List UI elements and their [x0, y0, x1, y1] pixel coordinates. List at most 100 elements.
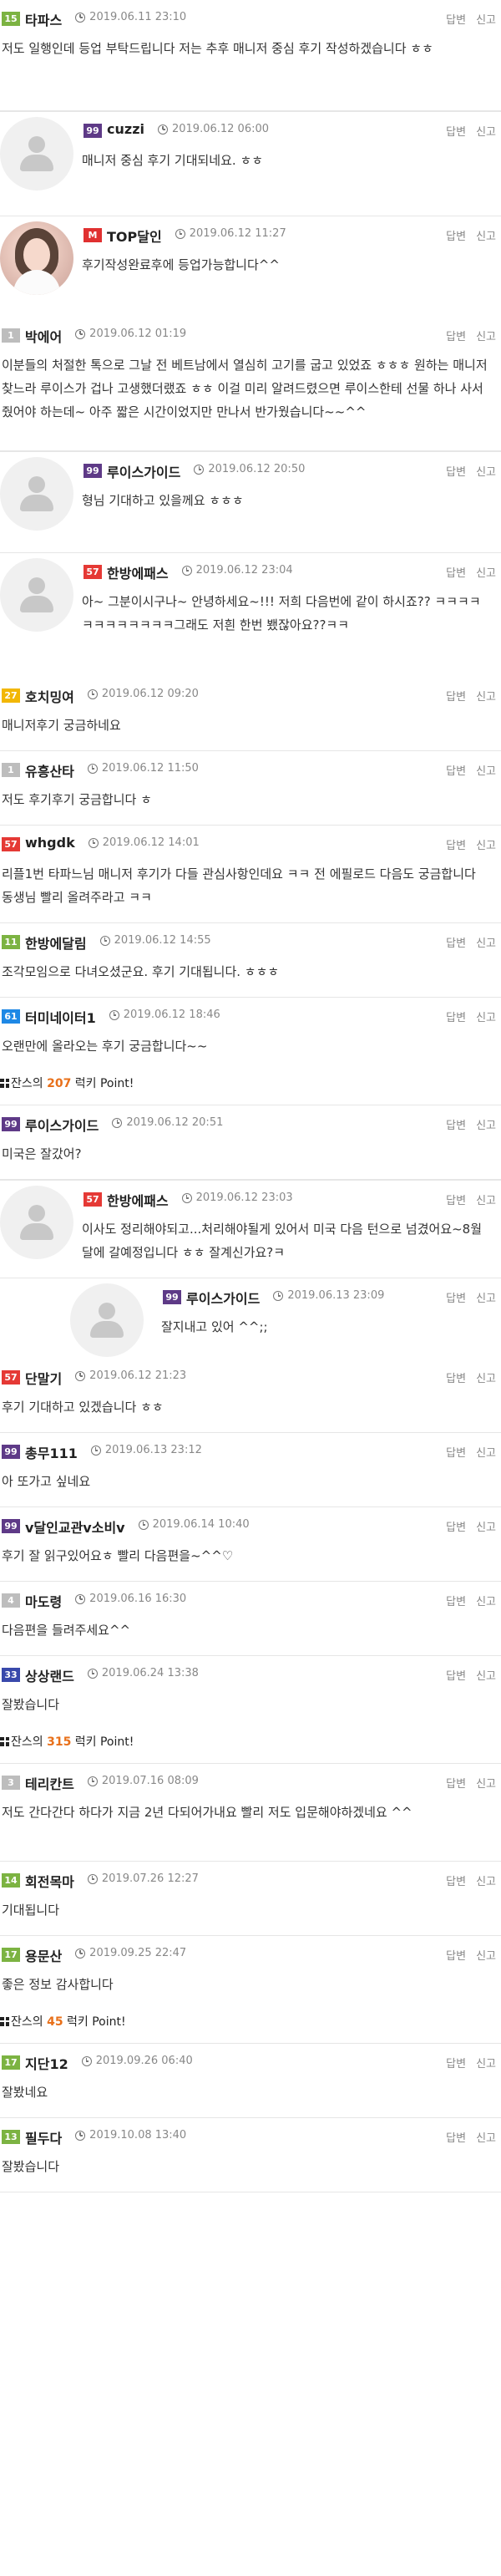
reply-button[interactable]: 답변 — [446, 1120, 466, 1132]
username[interactable]: 상상랜드 — [25, 1665, 74, 1685]
username[interactable]: 박에어 — [25, 326, 62, 346]
report-button[interactable]: 신고 — [476, 765, 496, 778]
report-button[interactable]: 신고 — [476, 126, 496, 139]
username[interactable]: 마도령 — [25, 1591, 62, 1611]
comment-time: 2019.06.13 23:09 — [287, 1289, 385, 1302]
reply-button[interactable]: 답변 — [446, 14, 466, 27]
comment-actions: 답변 신고 — [436, 762, 496, 778]
report-button[interactable]: 신고 — [476, 1778, 496, 1791]
clock-icon — [75, 1594, 86, 1604]
report-button[interactable]: 신고 — [476, 1373, 496, 1385]
report-button[interactable]: 신고 — [476, 231, 496, 243]
reply-button[interactable]: 답변 — [446, 1596, 466, 1608]
comment-time: 2019.06.12 11:50 — [101, 762, 199, 775]
reply-button[interactable]: 답변 — [446, 567, 466, 580]
report-button[interactable]: 신고 — [476, 1195, 496, 1207]
username[interactable]: 타파스 — [25, 9, 62, 29]
username[interactable]: 루이스가이드 — [25, 1115, 99, 1135]
reply-button[interactable]: 답변 — [446, 1012, 466, 1024]
username[interactable]: 필두다 — [25, 2127, 62, 2147]
reply-button[interactable]: 답변 — [446, 126, 466, 139]
comment-time: 2019.06.24 13:38 — [101, 1667, 199, 1679]
report-button[interactable]: 신고 — [476, 1522, 496, 1534]
comment-text: 잘봤습니다 — [2, 1697, 60, 1712]
username[interactable]: 호치밍여 — [25, 686, 74, 706]
username[interactable]: 단말기 — [25, 1368, 62, 1388]
comment-actions: 답변 신고 — [436, 1667, 496, 1683]
report-button[interactable]: 신고 — [476, 331, 496, 343]
report-button[interactable]: 신고 — [476, 937, 496, 950]
report-button[interactable]: 신고 — [476, 1670, 496, 1683]
report-button[interactable]: 신고 — [476, 1012, 496, 1024]
reply-button[interactable]: 답변 — [446, 1670, 466, 1683]
username[interactable]: 총무111 — [25, 1442, 78, 1462]
reply-button[interactable]: 답변 — [446, 1778, 466, 1791]
comment-actions: 답변 신고 — [436, 1009, 496, 1024]
reply-button[interactable]: 답변 — [446, 1447, 466, 1460]
username[interactable]: 한방에달림 — [25, 932, 87, 953]
comment-actions: 답변 신고 — [436, 123, 496, 139]
bonus-points: 315 — [47, 1735, 72, 1749]
username[interactable]: 한방에패스 — [107, 562, 169, 582]
comment-text: 잘봤네요 — [2, 2085, 48, 2100]
username[interactable]: 한방에패스 — [107, 1190, 169, 1210]
reply-button[interactable]: 답변 — [446, 937, 466, 950]
report-button[interactable]: 신고 — [476, 691, 496, 704]
reply-button[interactable]: 답변 — [446, 691, 466, 704]
username[interactable]: 지단12 — [25, 2053, 68, 2073]
comment-actions: 답변 신고 — [436, 1593, 496, 1608]
reply-button[interactable]: 답변 — [446, 1195, 466, 1207]
report-button[interactable]: 신고 — [476, 14, 496, 27]
comment-time: 2019.06.12 14:55 — [114, 934, 211, 947]
comment-item: 61 터미네이터1 2019.06.12 18:46 답변 신고 오랜만에 올라오는 후기… — [0, 998, 501, 1105]
username[interactable]: 터미네이터1 — [25, 1007, 96, 1027]
comment-actions: 답변 신고 — [436, 1444, 496, 1460]
username[interactable]: 용문산 — [25, 1945, 62, 1965]
report-button[interactable]: 신고 — [476, 2058, 496, 2070]
reply-button[interactable]: 답변 — [446, 2058, 466, 2070]
reply-button[interactable]: 답변 — [446, 1373, 466, 1385]
report-button[interactable]: 신고 — [476, 1876, 496, 1888]
username[interactable]: 회전목마 — [25, 1871, 74, 1891]
username[interactable]: 유흥산타 — [25, 760, 74, 780]
clock-icon — [75, 13, 86, 23]
comment-meta: M TOP달인 2019.06.12 11:27 답변 신고 — [82, 216, 501, 253]
report-button[interactable]: 신고 — [476, 567, 496, 580]
comment-text: 조각모임으로 다녀오셨군요. 후기 기대됩니다. ㅎㅎㅎ — [2, 964, 280, 979]
comment-text: 저도 일행인데 등업 부탁드립니다 저는 추후 매니저 중심 후기 작성하겠습니… — [2, 41, 433, 56]
report-button[interactable]: 신고 — [476, 840, 496, 852]
report-button[interactable]: 신고 — [476, 1120, 496, 1132]
username[interactable]: 루이스가이드 — [186, 1288, 260, 1308]
username[interactable]: TOP달인 — [107, 226, 162, 246]
reply-button[interactable]: 답변 — [446, 1522, 466, 1534]
username[interactable]: whgdk — [25, 835, 75, 851]
comment-time: 2019.06.12 20:51 — [126, 1116, 224, 1129]
username[interactable]: 루이스가이드 — [107, 461, 180, 481]
comment-item: 99 루이스가이드 2019.06.12 20:51 답변 신고 미국은 잘갔어? — [0, 1105, 501, 1180]
report-button[interactable]: 신고 — [476, 1293, 496, 1305]
reply-button[interactable]: 답변 — [446, 840, 466, 852]
reply-button[interactable]: 답변 — [446, 765, 466, 778]
report-button[interactable]: 신고 — [476, 2132, 496, 2145]
clock-icon — [157, 124, 168, 135]
comment-text: 기대됩니다 — [2, 1903, 60, 1918]
comment-item: 1 유흥산타 2019.06.12 11:50 답변 신고 저도 후기후기 궁금합니다 ㅎ — [0, 751, 501, 826]
reply-button[interactable]: 답변 — [446, 231, 466, 243]
username[interactable]: v달인교관v소비v — [25, 1517, 125, 1537]
reply-button[interactable]: 답변 — [446, 1876, 466, 1888]
username[interactable]: 테리칸트 — [25, 1773, 74, 1793]
reply-button[interactable]: 답변 — [446, 331, 466, 343]
report-button[interactable]: 신고 — [476, 466, 496, 479]
reply-button[interactable]: 답변 — [446, 1950, 466, 1963]
reply-button[interactable]: 답변 — [446, 466, 466, 479]
reply-button[interactable]: 답변 — [446, 2132, 466, 2145]
report-button[interactable]: 신고 — [476, 1950, 496, 1963]
clock-icon — [194, 465, 205, 475]
username[interactable]: cuzzi — [107, 121, 144, 137]
level-badge: 15 — [2, 12, 20, 26]
report-button[interactable]: 신고 — [476, 1596, 496, 1608]
comment-meta: 1 박에어 2019.06.12 01:19 답변 신고 — [0, 317, 501, 353]
comment-time: 2019.06.12 11:27 — [189, 227, 286, 240]
report-button[interactable]: 신고 — [476, 1447, 496, 1460]
reply-button[interactable]: 답변 — [446, 1293, 466, 1305]
